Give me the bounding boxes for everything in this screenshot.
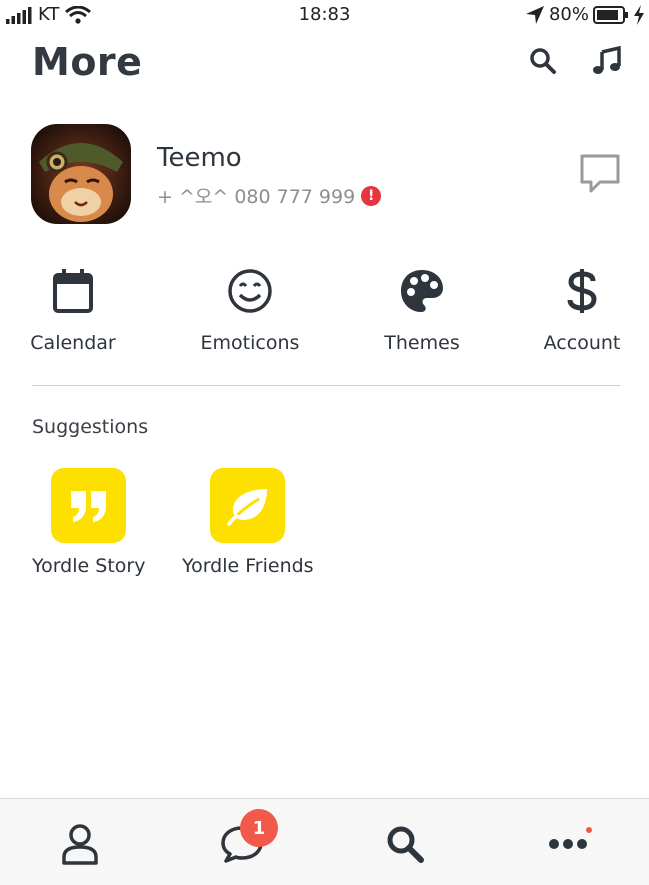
tab-more[interactable] bbox=[538, 817, 598, 871]
emoticons-label: Emoticons bbox=[200, 332, 300, 354]
tab-friends[interactable] bbox=[50, 817, 110, 871]
suggestion-yordle-story[interactable]: Yordle Story bbox=[32, 468, 145, 577]
chat-bubble-icon bbox=[580, 154, 620, 193]
music-button[interactable] bbox=[590, 44, 624, 78]
avatar-image bbox=[31, 124, 131, 224]
suggestions-title: Suggestions bbox=[32, 416, 149, 438]
location-arrow-icon bbox=[525, 5, 544, 24]
status-bar: KT 18:83 80% bbox=[0, 0, 649, 30]
more-notification-dot bbox=[586, 827, 592, 833]
quote-icon bbox=[70, 490, 106, 522]
warning-icon[interactable]: ! bbox=[361, 185, 382, 206]
divider bbox=[32, 385, 620, 386]
page-title: More bbox=[32, 40, 143, 84]
tab-bar: 1 bbox=[0, 798, 649, 885]
tab-search[interactable] bbox=[375, 817, 435, 871]
smiley-icon bbox=[228, 269, 272, 313]
battery-icon bbox=[593, 5, 628, 24]
person-icon bbox=[62, 824, 98, 865]
dollar-icon bbox=[567, 269, 597, 313]
calendar-button[interactable]: Calendar bbox=[8, 262, 138, 354]
phone-number: + ^오^ 080 777 999 bbox=[157, 186, 356, 208]
yordle-story-label: Yordle Story bbox=[32, 555, 146, 577]
yordle-story-tile bbox=[51, 468, 127, 543]
account-button[interactable]: Account bbox=[517, 262, 647, 354]
charging-bolt-icon bbox=[634, 4, 644, 25]
chats-badge: 1 bbox=[240, 809, 278, 847]
leaf-icon bbox=[227, 488, 267, 526]
calendar-icon bbox=[53, 269, 93, 313]
more-dots-icon bbox=[549, 839, 587, 849]
search-button[interactable] bbox=[526, 44, 560, 78]
yordle-friends-tile bbox=[210, 468, 286, 543]
music-note-icon bbox=[593, 46, 621, 74]
profile-chat-button[interactable] bbox=[578, 152, 622, 196]
search-icon bbox=[530, 48, 556, 74]
calendar-label: Calendar bbox=[30, 332, 116, 354]
yordle-friends-label: Yordle Friends bbox=[182, 555, 314, 577]
emoticons-button[interactable]: Emoticons bbox=[185, 262, 315, 354]
suggestion-yordle-friends[interactable]: Yordle Friends bbox=[182, 468, 314, 577]
themes-button[interactable]: Themes bbox=[357, 262, 487, 354]
search-icon bbox=[387, 826, 424, 863]
palette-icon bbox=[401, 270, 443, 312]
profile-name[interactable]: Teemo bbox=[157, 143, 242, 173]
account-label: Account bbox=[543, 332, 621, 354]
themes-label: Themes bbox=[384, 332, 460, 354]
avatar[interactable] bbox=[31, 124, 131, 224]
profile-phone: + ^오^ 080 777 999 ! bbox=[157, 182, 382, 209]
battery-percent: 80% bbox=[548, 4, 589, 25]
